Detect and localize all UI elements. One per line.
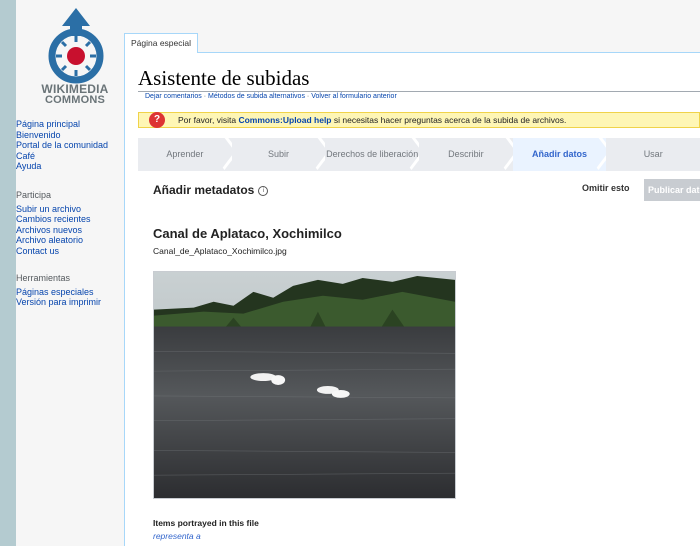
publish-data-button[interactable]: Publicar datos <box>644 179 700 201</box>
link-alt-upload-methods[interactable]: Métodos de subida alternativos <box>208 93 305 100</box>
sidebar-item-community-portal[interactable]: Portal de la comunidad <box>16 140 134 151</box>
sidebar-item-upload[interactable]: Subir un archivo <box>16 204 134 215</box>
sidebar-item-new-files[interactable]: Archivos nuevos <box>16 225 134 236</box>
sidebar-item-help[interactable]: Ayuda <box>16 161 134 172</box>
sidebar-item-village-pump[interactable]: Café <box>16 151 134 162</box>
step-learn: Aprender <box>138 138 232 171</box>
sidebar-item-random-file[interactable]: Archivo aleatorio <box>16 235 134 246</box>
sidebar-heading-participate: Participa <box>16 190 52 200</box>
wizard-steps: Aprender Subir Derechos de liberación De… <box>138 138 700 171</box>
link-back-to-old-form[interactable]: Volver al formulario anterior <box>311 93 397 100</box>
file-thumbnail-photo[interactable] <box>153 271 456 499</box>
info-icon[interactable]: i <box>258 185 269 196</box>
page-sublinks: Dejar comentarios · Métodos de subida al… <box>145 93 397 100</box>
sidebar-item-welcome[interactable]: Bienvenido <box>16 130 134 141</box>
metadata-heading-text: Añadir metadatos <box>153 183 255 197</box>
sidebar-main-nav: Página principal Bienvenido Portal de la… <box>16 119 134 172</box>
file-title: Canal de Aplataco, Xochimilco <box>153 226 342 241</box>
page-title: Asistente de subidas <box>138 66 310 90</box>
sidebar-item-main-page[interactable]: Página principal <box>16 119 134 130</box>
notice-text-pre: Por favor, visita <box>178 115 239 125</box>
skip-button[interactable]: Omitir esto <box>582 183 630 193</box>
link-feedback[interactable]: Dejar comentarios <box>145 93 202 100</box>
title-divider <box>138 91 700 92</box>
step-upload: Subir <box>232 138 326 171</box>
file-name: Canal_de_Aplataco_Xochimilco.jpg <box>153 246 287 256</box>
sidebar-item-printable[interactable]: Versión para imprimir <box>16 297 134 308</box>
help-notice: Por favor, visita Commons:Upload help si… <box>138 112 700 128</box>
logo-wordmark-line2: COMMONS <box>44 94 106 106</box>
depicts-field-label[interactable]: representa a <box>153 531 201 541</box>
notice-text-post: si necesitas hacer preguntas acerca de l… <box>331 115 567 125</box>
sidebar-item-contact[interactable]: Contact us <box>16 246 134 257</box>
section-heading-metadata: Añadir metadatos i <box>153 183 269 197</box>
step-use: Usar <box>643 149 663 159</box>
step-describe: Describir <box>419 138 513 171</box>
sidebar-heading-tools: Herramientas <box>16 273 71 283</box>
notice-help-link[interactable]: Commons:Upload help <box>238 115 331 125</box>
help-icon: ? <box>149 112 165 128</box>
step-release-rights: Derechos de liberación <box>325 138 419 171</box>
sidebar-item-special-pages[interactable]: Páginas especiales <box>16 287 134 298</box>
tab-special-page[interactable]: Página especial <box>124 33 199 53</box>
sidebar-tools: Herramientas Páginas especiales Versión … <box>16 273 134 308</box>
items-portrayed-label: Items portrayed in this file <box>153 518 259 528</box>
sidebar-participate: Participa Subir un archivo Cambios recie… <box>16 190 134 257</box>
step-add-data: Añadir datos <box>512 138 607 171</box>
sidebar-item-recent-changes[interactable]: Cambios recientes <box>16 214 134 225</box>
browser-page: WIKIMEDIA COMMONS Página principal Bienv… <box>16 0 700 546</box>
